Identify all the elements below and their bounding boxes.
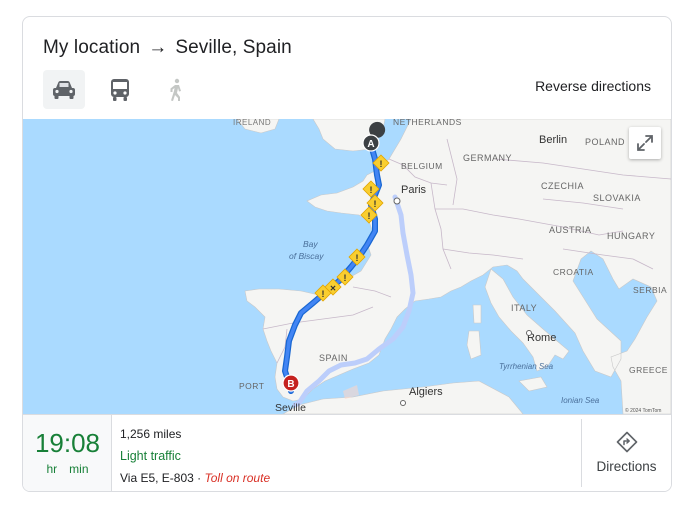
label-paris: Paris (401, 184, 427, 196)
travel-mode-selector (43, 70, 197, 109)
end-marker: B (282, 374, 300, 392)
map-attribution: © 2024 TomTom (625, 407, 661, 414)
end-marker-label: B (287, 379, 294, 390)
route-via: Via E5, E-803 · Toll on route (120, 469, 270, 488)
expand-icon (637, 135, 653, 151)
label-berlin: Berlin (539, 134, 567, 146)
mode-walking-button[interactable] (155, 70, 197, 109)
map-canvas: ! ! ! ! ! ! ✕ ! IRELAND NETHERLANDS Berl… (23, 119, 671, 414)
svg-text:!: ! (380, 159, 383, 169)
route-distance: 1,256 miles (120, 427, 182, 441)
mode-transit-button[interactable] (99, 70, 141, 109)
label-greece: GREECE (629, 365, 668, 375)
label-netherlands: NETHERLANDS (393, 119, 462, 127)
traffic-status: Light traffic (120, 449, 181, 463)
expand-map-button[interactable] (629, 127, 661, 159)
hours-unit-label: hr (46, 462, 58, 476)
directions-icon (616, 431, 637, 453)
label-of-biscay: of Biscay (289, 251, 324, 261)
directions-card: My location → Seville, Spain Reverse dir… (22, 16, 672, 492)
route-title: My location → Seville, Spain (43, 37, 292, 59)
car-icon (53, 80, 75, 99)
label-italy: ITALY (511, 303, 537, 313)
directions-label: Directions (596, 459, 657, 474)
label-germany: GERMANY (463, 153, 512, 163)
travel-time-value: 19:08 (34, 428, 101, 458)
mode-driving-button[interactable] (43, 70, 85, 109)
reverse-directions-link[interactable]: Reverse directions (535, 78, 651, 94)
minutes-unit-label: min (69, 462, 89, 476)
label-croatia: CROATIA (553, 267, 594, 277)
label-serbia: SERBIA (633, 285, 667, 295)
directions-button[interactable]: Directions (581, 419, 671, 487)
label-hungary: HUNGARY (607, 231, 655, 241)
destination-label: Seville, Spain (175, 37, 292, 58)
label-poland: POLAND (585, 137, 625, 147)
svg-text:!: ! (322, 289, 325, 299)
label-algiers: Algiers (409, 386, 443, 398)
map-land-corsica (472, 304, 482, 324)
route-arrow: → (148, 37, 168, 58)
svg-text:!: ! (374, 199, 377, 209)
route-summary: 19:08 hr min 1,256 miles Light traffic Vi… (23, 414, 671, 491)
svg-text:!: ! (370, 185, 373, 195)
svg-text:!: ! (368, 211, 371, 221)
travel-time-block: 19:08 hr min (23, 415, 112, 491)
label-ionian: Ionian Sea (561, 396, 600, 405)
walk-icon (170, 78, 181, 101)
label-czechia: CZECHIA (541, 181, 584, 191)
label-port: PORT (239, 381, 264, 391)
route-details: 1,256 miles Light traffic Via E5, E-803 … (120, 425, 270, 488)
label-belgium: BELGIUM (401, 161, 443, 171)
label-seville: Seville (275, 402, 306, 414)
svg-text:!: ! (356, 253, 359, 263)
route-map[interactable]: ! ! ! ! ! ! ✕ ! IRELAND NETHERLANDS Berl… (23, 119, 671, 414)
label-slovakia: SLOVAKIA (593, 193, 641, 203)
via-separator: · (197, 471, 202, 485)
svg-text:✕: ✕ (330, 284, 337, 293)
label-tyrrhenian: Tyrrhenian Sea (499, 362, 554, 371)
start-marker-label: A (367, 139, 374, 150)
svg-text:!: ! (344, 273, 347, 283)
label-ireland: IRELAND (233, 119, 271, 127)
label-bay: Bay (303, 239, 318, 249)
toll-warning: Toll on route (204, 471, 271, 485)
bus-icon (111, 78, 129, 101)
origin-label: My location (43, 37, 141, 58)
via-roads: Via E5, E-803 (120, 471, 194, 485)
label-spain: SPAIN (319, 353, 348, 363)
label-austria: AUSTRIA (549, 225, 592, 235)
travel-time-units: hr min (23, 462, 112, 476)
